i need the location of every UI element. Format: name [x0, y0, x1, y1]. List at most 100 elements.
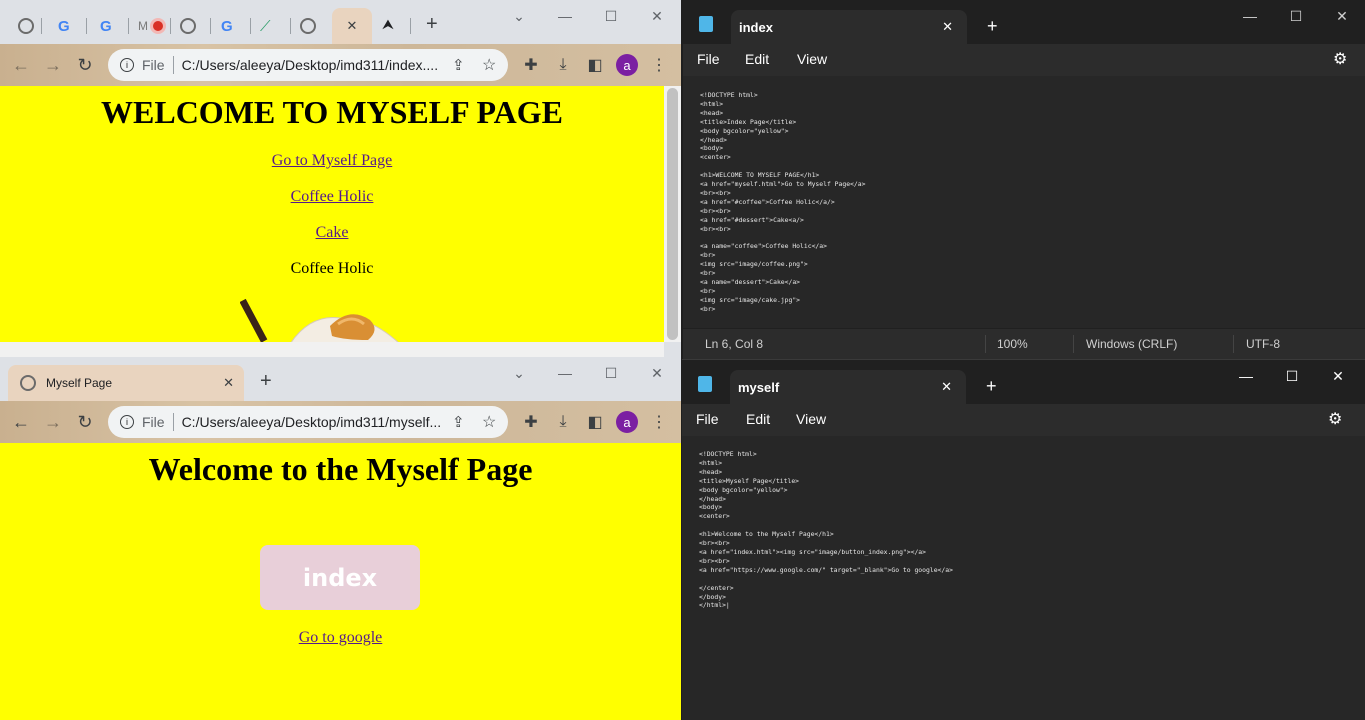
- address-bar[interactable]: i File C:/Users/aleeya/Desktop/imd311/my…: [108, 406, 508, 438]
- settings-gear-icon[interactable]: ⚙: [1333, 49, 1347, 69]
- menu-view[interactable]: View: [796, 411, 826, 427]
- notepad-tab-myself[interactable]: myself ✕: [730, 370, 966, 404]
- cursor-position: Ln 6, Col 8: [705, 337, 764, 351]
- leaf-icon: ⟋: [260, 17, 271, 35]
- globe-icon: [18, 18, 34, 34]
- close-tab-icon[interactable]: ✕: [941, 379, 952, 395]
- google-icon: G: [100, 17, 112, 35]
- minimize-button[interactable]: —: [1223, 360, 1269, 392]
- avatar[interactable]: a: [616, 411, 638, 433]
- close-tab-icon[interactable]: ✕: [223, 375, 234, 391]
- browser-tab-2[interactable]: G: [48, 8, 86, 44]
- browser-tab-3[interactable]: G: [92, 8, 128, 44]
- close-window-button[interactable]: ✕: [634, 0, 680, 32]
- browser-tab-7[interactable]: G: [214, 8, 254, 44]
- globe-icon: [300, 18, 316, 34]
- close-window-button[interactable]: ✕: [1319, 0, 1365, 32]
- tab-search-button[interactable]: ⌄: [496, 357, 542, 389]
- avatar[interactable]: a: [616, 54, 638, 76]
- minimize-button[interactable]: —: [1227, 0, 1273, 32]
- page-scrollbar[interactable]: [664, 86, 681, 342]
- tab-title: myself: [738, 379, 780, 395]
- forward-button[interactable]: →: [40, 52, 66, 78]
- menu-kebab-icon[interactable]: ⋮: [646, 52, 672, 78]
- browser-tab-1[interactable]: [8, 8, 44, 44]
- back-button[interactable]: ←: [8, 409, 34, 435]
- tab-myself-page[interactable]: Myself Page ✕: [8, 365, 244, 401]
- close-tab-icon[interactable]: ✕: [942, 19, 953, 35]
- notepad-menubar: File Edit View ⚙: [682, 404, 1365, 436]
- new-tab-button[interactable]: +: [986, 376, 997, 397]
- tab-title: Myself Page: [46, 376, 113, 390]
- link-coffee-holic[interactable]: Coffee Holic: [0, 188, 664, 206]
- notepad-window-myself: myself ✕ + — ☐ ✕ File Edit View ⚙ <!DOCT…: [682, 359, 1365, 720]
- new-tab-button[interactable]: +: [426, 13, 438, 36]
- browser-tab-9[interactable]: [294, 8, 328, 44]
- close-window-button[interactable]: ✕: [634, 357, 680, 389]
- notepad-editor[interactable]: <!DOCTYPE html> <html> <head> <title>Mys…: [682, 436, 1365, 720]
- globe-icon: [20, 375, 36, 391]
- bookmark-star-icon[interactable]: ☆: [482, 55, 496, 75]
- reload-button[interactable]: ↻: [72, 409, 98, 435]
- minimize-button[interactable]: —: [542, 0, 588, 32]
- browser-window-index: G G M G ⟋ ✕ ⮝ + ⌄ — ☐ ✕ ← → ↻ i File C:/…: [0, 0, 681, 357]
- browser-tab-active[interactable]: ✕: [332, 8, 372, 44]
- google-icon: G: [58, 17, 70, 35]
- share-icon[interactable]: ⇪: [452, 56, 465, 74]
- link-go-to-google[interactable]: Go to google: [0, 629, 681, 647]
- notepad-window-index: index ✕ + — ☐ ✕ File Edit View ⚙ <!DOCTY…: [683, 0, 1365, 359]
- menu-file[interactable]: File: [697, 51, 720, 67]
- download-icon[interactable]: ⤓: [550, 409, 576, 435]
- menu-edit[interactable]: Edit: [746, 411, 770, 427]
- extensions-icon[interactable]: ✚: [518, 409, 544, 435]
- page-title: WELCOME TO MYSELF PAGE: [101, 94, 563, 130]
- side-panel-icon[interactable]: ◧: [582, 409, 608, 435]
- address-url[interactable]: C:/Users/aleeya/Desktop/imd311/index....: [182, 57, 439, 73]
- index-button-label: index: [302, 563, 378, 592]
- reload-button[interactable]: ↻: [72, 52, 98, 78]
- download-icon[interactable]: ⤓: [550, 52, 576, 78]
- link-cake[interactable]: Cake: [0, 224, 664, 242]
- horizontal-scrollbar[interactable]: [0, 342, 664, 357]
- back-button[interactable]: ←: [8, 52, 34, 78]
- browser-tab-6[interactable]: [172, 8, 208, 44]
- side-panel-icon[interactable]: ◧: [582, 52, 608, 78]
- address-url[interactable]: C:/Users/aleeya/Desktop/imd311/myself...: [182, 414, 442, 430]
- browser-tab-4[interactable]: M: [132, 8, 148, 44]
- page-title: Welcome to the Myself Page: [148, 451, 533, 487]
- info-icon[interactable]: i: [120, 58, 134, 72]
- new-tab-button[interactable]: +: [987, 16, 998, 37]
- browser-tabstrip: G G M G ⟋ ✕ ⮝ + ⌄ — ☐ ✕: [0, 0, 681, 44]
- address-bar[interactable]: i File C:/Users/aleeya/Desktop/imd311/in…: [108, 49, 508, 81]
- page-content-index: WELCOME TO MYSELF PAGE Go to Myself Page…: [0, 86, 664, 344]
- maximize-button[interactable]: ☐: [588, 357, 634, 389]
- browser-toolbar: ← → ↻ i File C:/Users/aleeya/Desktop/imd…: [0, 401, 681, 443]
- maximize-button[interactable]: ☐: [1273, 0, 1319, 32]
- menu-view[interactable]: View: [797, 51, 827, 67]
- menu-edit[interactable]: Edit: [745, 51, 769, 67]
- notepad-editor[interactable]: <!DOCTYPE html> <html> <head> <title>Ind…: [683, 76, 1365, 328]
- browser-tab-8[interactable]: ⟋: [254, 8, 290, 44]
- index-image-button[interactable]: index: [260, 545, 420, 610]
- maximize-button[interactable]: ☐: [1269, 360, 1315, 392]
- close-window-button[interactable]: ✕: [1315, 360, 1361, 392]
- extensions-icon[interactable]: ✚: [518, 52, 544, 78]
- tab-search-button[interactable]: ⌄: [496, 0, 542, 32]
- maximize-button[interactable]: ☐: [588, 0, 634, 32]
- info-icon[interactable]: i: [120, 415, 134, 429]
- tab-title: index: [739, 19, 773, 35]
- browser-window-myself: Myself Page ✕ + ⌄ — ☐ ✕ ← → ↻ i File C:/…: [0, 357, 681, 720]
- menu-file[interactable]: File: [696, 411, 719, 427]
- new-tab-button[interactable]: +: [260, 370, 272, 393]
- menu-kebab-icon[interactable]: ⋮: [646, 409, 672, 435]
- share-icon[interactable]: ⇪: [452, 413, 465, 431]
- link-go-to-myself[interactable]: Go to Myself Page: [0, 152, 664, 170]
- address-scheme: File: [142, 57, 165, 73]
- notepad-tab-index[interactable]: index ✕: [731, 10, 967, 44]
- bookmark-star-icon[interactable]: ☆: [482, 412, 496, 432]
- close-tab-icon[interactable]: ✕: [347, 18, 358, 34]
- settings-gear-icon[interactable]: ⚙: [1328, 409, 1342, 429]
- google-icon: G: [221, 17, 233, 35]
- minimize-button[interactable]: —: [542, 357, 588, 389]
- forward-button[interactable]: →: [40, 409, 66, 435]
